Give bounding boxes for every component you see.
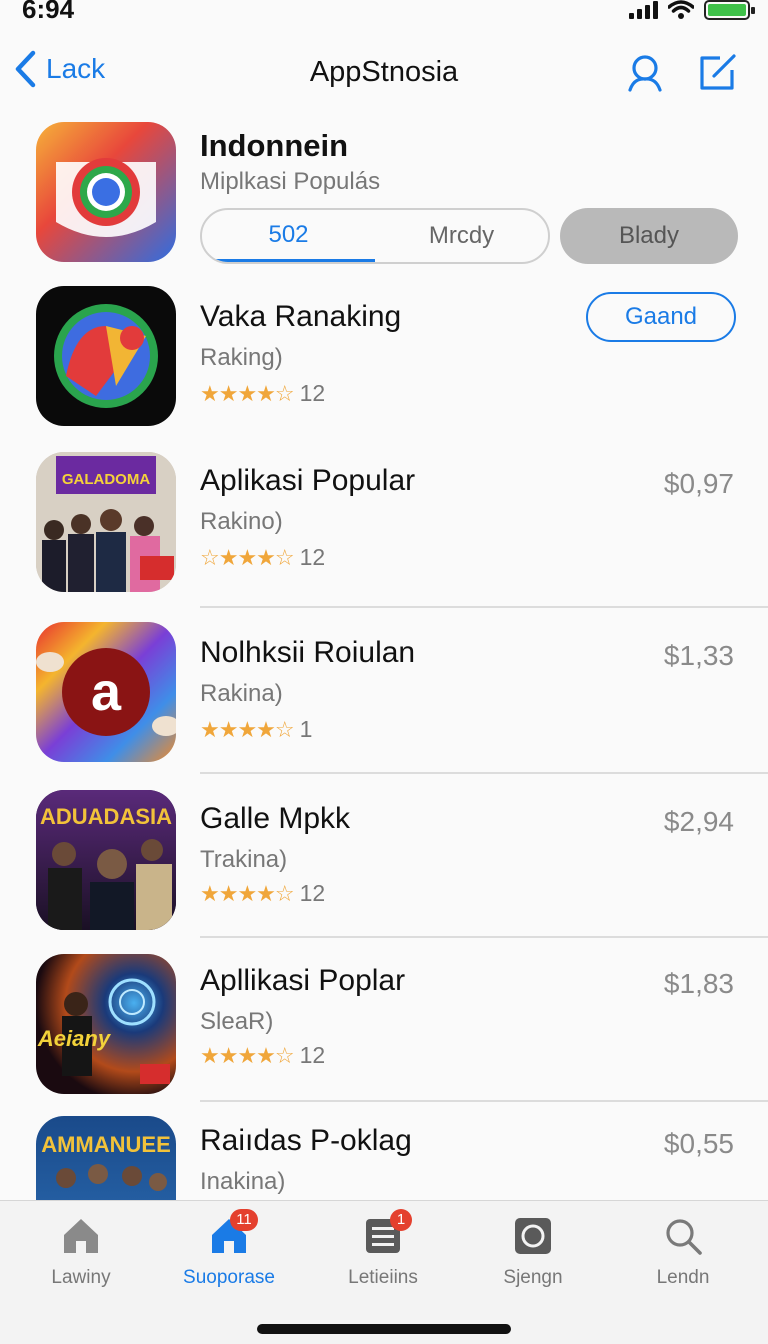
- app-name: Nolhksii Roiulan: [200, 636, 416, 669]
- tab-lawiny[interactable]: Lawiny: [6, 1215, 156, 1289]
- tab-sjengn[interactable]: Sjengn: [458, 1215, 608, 1289]
- rating-count: 12: [299, 544, 326, 570]
- list-item[interactable]: ADUADASIA Galle Mpkk Trakina) ★★★★☆ 12 $…: [0, 774, 768, 938]
- app-name: Vaka Ranaking: [200, 300, 402, 333]
- tab-label: Lendn: [656, 1267, 710, 1288]
- house-icon: 11: [208, 1209, 258, 1257]
- star-rating-icon: ☆★★★☆: [200, 544, 295, 570]
- segment-1[interactable]: 502: [202, 210, 375, 262]
- featured-app[interactable]: Indonnein Miplkasi Populás 502 Mrcdy Bla…: [0, 118, 768, 278]
- poster-title: ADUADASIA: [40, 804, 172, 829]
- app-name: Aplikasi Popular: [200, 464, 416, 497]
- app-icon-rainbow-a: a: [36, 622, 176, 762]
- rating-count: 12: [299, 880, 326, 906]
- price-label[interactable]: $1,33: [664, 640, 734, 672]
- house-icon: [60, 1215, 102, 1257]
- camera-icon: [512, 1215, 554, 1257]
- star-rating-icon: ★★★★☆: [200, 1042, 295, 1068]
- tab-label: Lawiny: [51, 1267, 111, 1288]
- star-rating-icon: ★★★★☆: [200, 880, 295, 906]
- star-rating-icon: ★★★★☆: [200, 380, 295, 406]
- tab-label: Sjengn: [503, 1267, 563, 1288]
- rating: ☆★★★☆ 12: [200, 544, 325, 571]
- wifi-icon: [668, 0, 694, 19]
- navigation-bar: Lack AppStnosia: [0, 42, 768, 102]
- cellular-signal-icon: [629, 1, 658, 19]
- rating: ★★★★☆ 12: [200, 1042, 325, 1069]
- rating: ★★★★☆ 12: [200, 380, 325, 407]
- account-icon[interactable]: [624, 52, 666, 94]
- app-icon-poster-men: ADUADASIA: [36, 790, 176, 930]
- tab-suoporase[interactable]: 11 Suoporase: [154, 1209, 304, 1289]
- poster-title: Aeiany: [37, 1026, 112, 1051]
- rating: ★★★★☆ 12: [200, 880, 325, 907]
- notification-badge: 11: [230, 1209, 258, 1231]
- rating-count: 12: [299, 1042, 326, 1068]
- app-list: Indonnein Miplkasi Populás 502 Mrcdy Bla…: [0, 118, 768, 1222]
- list-item[interactable]: Vaka Ranaking Raking) ★★★★☆ 12 Gaand: [0, 278, 768, 440]
- app-subtitle: Rakino): [200, 508, 283, 535]
- get-button[interactable]: Gaand: [586, 292, 736, 342]
- svg-text:a: a: [91, 662, 122, 722]
- segmented-control: 502 Mrcdy: [200, 208, 550, 264]
- app-icon-space-guitar: Aeiany: [36, 954, 176, 1094]
- segment-2[interactable]: Mrcdy: [375, 210, 548, 262]
- list-item[interactable]: a Nolhksii Roiulan Rakina) ★★★★☆ 1 $1,33: [0, 608, 768, 774]
- status-time: 6:94: [22, 0, 75, 24]
- list-icon: 1: [362, 1209, 412, 1257]
- price-label[interactable]: $1,83: [664, 968, 734, 1000]
- tab-label: Letieiins: [348, 1267, 418, 1288]
- notification-badge: 1: [390, 1209, 412, 1231]
- app-subtitle: Rakina): [200, 680, 283, 707]
- app-icon-chrome: [36, 122, 176, 262]
- battery-icon: [704, 0, 755, 20]
- status-icons: [629, 0, 755, 20]
- poster-title: GALADOMA: [62, 471, 150, 488]
- price-label[interactable]: $2,94: [664, 806, 734, 838]
- rating: ★★★★☆ 1: [200, 716, 312, 743]
- app-subtitle: Raking): [200, 344, 283, 371]
- app-subtitle: Inakina): [200, 1168, 286, 1195]
- tab-label: Suoporase: [183, 1267, 275, 1288]
- app-subtitle: SleaR): [200, 1008, 274, 1035]
- price-label[interactable]: $0,97: [664, 468, 734, 500]
- list-item[interactable]: GALADOMA Aplikasi Popular Rakino) ☆★★★☆ …: [0, 440, 768, 608]
- search-icon: [662, 1215, 704, 1257]
- tab-lendn[interactable]: Lendn: [608, 1215, 758, 1289]
- rating-count: 1: [299, 716, 313, 742]
- grey-pill-button[interactable]: Blady: [560, 208, 738, 264]
- app-subtitle: Trakina): [200, 846, 288, 873]
- star-rating-icon: ★★★★☆: [200, 716, 295, 742]
- app-icon-poster-group: GALADOMA: [36, 452, 176, 592]
- poster-title: AMMANUEE: [41, 1132, 171, 1157]
- tab-bar: Lawiny 11 Suoporase 1 Letieiins Sjengn L…: [0, 1200, 768, 1344]
- nav-actions: [624, 52, 738, 94]
- app-name: Raiıdas P-oklag: [200, 1124, 412, 1157]
- app-icon-maps: [36, 286, 176, 426]
- app-name: Galle Mpkk: [200, 802, 351, 835]
- app-name: Apllikasi Poplar: [200, 964, 406, 997]
- rating-count: 12: [299, 380, 326, 406]
- compose-icon[interactable]: [696, 52, 738, 94]
- featured-app-name: Indonnein: [200, 128, 349, 163]
- list-item[interactable]: Aeiany Apllikasi Poplar SleaR) ★★★★☆ 12 …: [0, 938, 768, 1102]
- featured-app-subtitle: Miplkasi Populás: [200, 168, 381, 195]
- home-indicator[interactable]: [257, 1324, 511, 1334]
- status-bar: 6:94: [0, 0, 768, 30]
- price-label[interactable]: $0,55: [664, 1128, 734, 1160]
- tab-letieiins[interactable]: 1 Letieiins: [308, 1209, 458, 1289]
